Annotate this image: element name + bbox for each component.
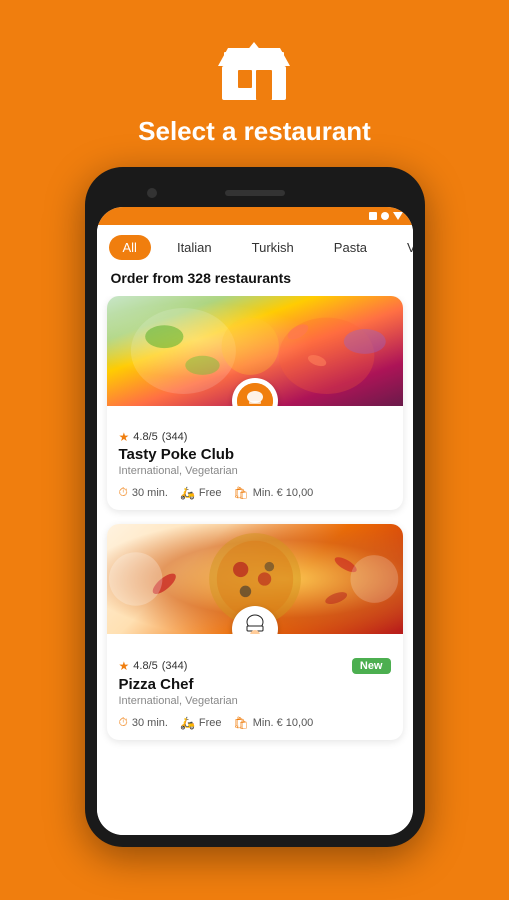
phone-camera bbox=[147, 188, 157, 198]
wifi-icon bbox=[393, 212, 403, 220]
store-icon bbox=[218, 40, 290, 100]
pizza-clock-icon: ⏱ bbox=[119, 715, 128, 730]
filter-tabs: All Italian Turkish Pasta Vegetarian bbox=[97, 225, 413, 270]
poke-delivery-cost: 🛵 Free bbox=[180, 486, 222, 500]
restaurant-card-poke[interactable]: POKE ★ 4.8/5 (344) bbox=[107, 296, 403, 510]
poke-card-info: ★ 4.8/5 (344) Tasty Poke Club Internatio… bbox=[107, 406, 403, 510]
pizza-card-header: ★ 4.8/5 (344) New bbox=[119, 658, 391, 674]
phone-frame: All Italian Turkish Pasta Vegetarian Ord… bbox=[85, 167, 425, 847]
pizza-delivery-cost: 🛵 Free bbox=[180, 716, 222, 730]
restaurant-card-pizza[interactable]: PIZZA CHEF ★ 4.8/5 bbox=[107, 524, 403, 740]
filter-tab-all[interactable]: All bbox=[109, 235, 151, 260]
filter-tab-vegetarian[interactable]: Vegetarian bbox=[393, 235, 412, 260]
pizza-rating-value: 4.8/5 bbox=[133, 660, 157, 672]
phone-top-bar bbox=[97, 179, 413, 207]
phone-speaker bbox=[225, 190, 285, 196]
pizza-minimum-order: 🛍 Min. € 10,00 bbox=[234, 716, 314, 730]
pizza-rating: ★ 4.8/5 (344) bbox=[119, 659, 188, 673]
phone-wrapper: All Italian Turkish Pasta Vegetarian Ord… bbox=[85, 167, 425, 900]
poke-minimum-order: 🛍 Min. € 10,00 bbox=[234, 486, 314, 500]
poke-cuisine: International, Vegetarian bbox=[119, 465, 391, 477]
poke-rating-value: 4.8/5 bbox=[133, 431, 157, 443]
order-count: Order from 328 restaurants bbox=[97, 270, 413, 296]
signal-icon bbox=[381, 212, 389, 220]
pizza-reviews: (344) bbox=[162, 660, 188, 672]
pizza-card-image: PIZZA CHEF bbox=[107, 524, 403, 634]
content-area: All Italian Turkish Pasta Vegetarian Ord… bbox=[97, 225, 413, 835]
poke-rating: ★ 4.8/5 (344) bbox=[119, 430, 188, 444]
pizza-star-icon: ★ bbox=[119, 659, 130, 673]
pizza-cuisine: International, Vegetarian bbox=[119, 695, 391, 707]
poke-card-image: POKE bbox=[107, 296, 403, 406]
poke-delivery-icon: 🛵 bbox=[180, 486, 195, 500]
poke-logo-inner: POKE bbox=[237, 383, 273, 406]
poke-clock-icon: ⏱ bbox=[119, 485, 128, 500]
pizza-card-info: ★ 4.8/5 (344) New Pizza Chef Internation… bbox=[107, 634, 403, 740]
restaurant-list: POKE ★ 4.8/5 (344) bbox=[97, 296, 413, 835]
filter-tab-italian[interactable]: Italian bbox=[163, 235, 226, 260]
poke-star-icon: ★ bbox=[119, 430, 130, 444]
poke-bag-icon: 🛍 bbox=[234, 486, 249, 500]
poke-name: Tasty Poke Club bbox=[119, 446, 391, 463]
page-title: Select a restaurant bbox=[138, 116, 371, 147]
new-badge: New bbox=[352, 658, 391, 674]
pizza-meta: ⏱ 30 min. 🛵 Free 🛍 Min. € 10,00 bbox=[119, 715, 391, 730]
pizza-name: Pizza Chef bbox=[119, 676, 391, 693]
poke-meta: ⏱ 30 min. 🛵 Free 🛍 Min. € 10,00 bbox=[119, 485, 391, 500]
poke-reviews: (344) bbox=[162, 431, 188, 443]
filter-tab-pasta[interactable]: Pasta bbox=[320, 235, 381, 260]
status-bar bbox=[97, 207, 413, 225]
poke-card-header: ★ 4.8/5 (344) bbox=[119, 430, 391, 444]
filter-tab-turkish[interactable]: Turkish bbox=[238, 235, 308, 260]
pizza-delivery-icon: 🛵 bbox=[180, 716, 195, 730]
pizza-logo-inner: PIZZA CHEF bbox=[235, 609, 275, 634]
battery-icon bbox=[369, 212, 377, 220]
header-section: Select a restaurant bbox=[138, 0, 371, 167]
poke-delivery-time: ⏱ 30 min. bbox=[119, 485, 168, 500]
pizza-delivery-time: ⏱ 30 min. bbox=[119, 715, 168, 730]
pizza-bag-icon: 🛍 bbox=[234, 716, 249, 730]
phone-screen: All Italian Turkish Pasta Vegetarian Ord… bbox=[97, 207, 413, 835]
